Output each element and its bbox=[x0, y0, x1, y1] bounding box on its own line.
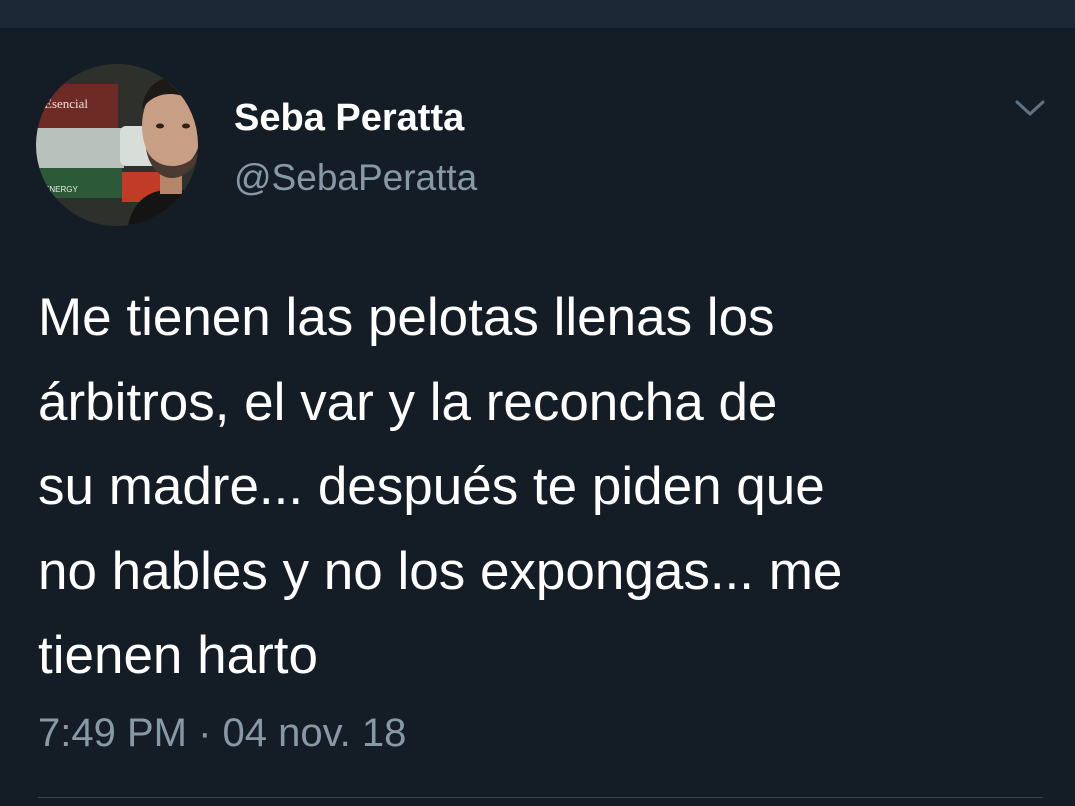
avatar-backdrop-text-2: ENERGY bbox=[44, 185, 78, 194]
chevron-down-icon bbox=[1015, 100, 1045, 116]
author-display-name[interactable]: Seba Peratta bbox=[234, 95, 464, 141]
avatar-image: Esencial ENERGY bbox=[36, 64, 198, 226]
author-handle[interactable]: @SebaPeratta bbox=[234, 156, 477, 200]
tweet-timestamp[interactable]: 7:49 PM · 04 nov. 18 bbox=[38, 708, 406, 758]
divider bbox=[38, 797, 1043, 798]
tweet-text: Me tienen las pelotas llenas los árbitro… bbox=[38, 288, 843, 685]
tweet-menu-button[interactable] bbox=[1008, 90, 1052, 126]
top-bar bbox=[0, 0, 1075, 28]
avatar-backdrop-text-1: Esencial bbox=[44, 96, 88, 111]
avatar[interactable]: Esencial ENERGY bbox=[36, 64, 198, 226]
